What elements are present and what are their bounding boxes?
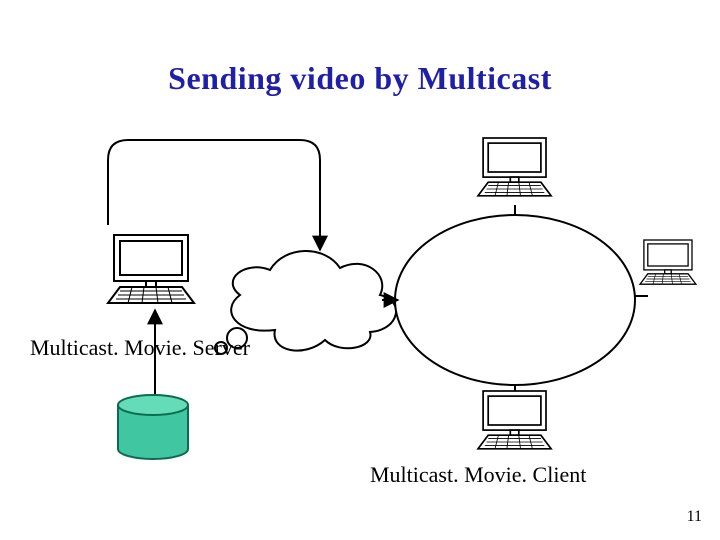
- server-label: Multicast. Movie. Server: [30, 335, 250, 361]
- client-right-computer-icon: [640, 240, 696, 284]
- client-bottom-computer-icon: [478, 391, 551, 449]
- storage-cylinder-icon: [118, 395, 188, 459]
- edge-server-to-cloud: [108, 140, 320, 250]
- server-computer-icon: [108, 235, 194, 303]
- client-label: Multicast. Movie. Client: [370, 462, 586, 488]
- diagram-canvas: [0, 0, 720, 540]
- multicast-region: [395, 215, 635, 385]
- client-top-computer-icon: [478, 138, 551, 196]
- page-number: 11: [687, 508, 702, 526]
